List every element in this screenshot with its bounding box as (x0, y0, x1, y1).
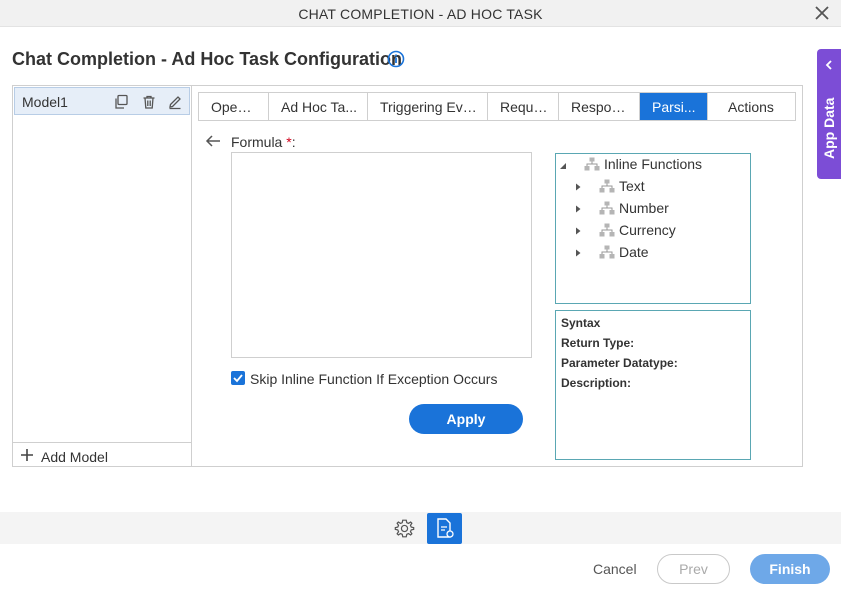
hierarchy-icon (599, 223, 615, 237)
chevron-left-icon (825, 60, 832, 70)
close-icon[interactable] (813, 4, 831, 22)
description-label: Description: (561, 376, 632, 390)
page-title: Chat Completion - Ad Hoc Task Configurat… (12, 49, 402, 69)
tab-response[interactable]: Respon... (559, 93, 640, 120)
tab-ad-hoc-task[interactable]: Ad Hoc Ta... (269, 93, 368, 120)
add-model-label: Add Model (41, 449, 108, 465)
gear-icon[interactable] (394, 518, 415, 539)
parameter-datatype-label: Parameter Datatype: (561, 356, 678, 370)
window-title: CHAT COMPLETION - AD HOC TASK (298, 6, 543, 22)
cancel-button[interactable]: Cancel (593, 561, 637, 577)
configuration-panel: Model1 Add Model OpenAI Ad Hoc Ta... Tri… (12, 85, 803, 467)
tab-triggering-events[interactable]: Triggering Eve... (368, 93, 488, 120)
syntax-label: Syntax (561, 316, 601, 330)
app-data-tab[interactable]: App Data (817, 49, 841, 179)
edit-icon[interactable] (167, 94, 183, 110)
model-list-panel: Model1 Add Model (13, 86, 192, 466)
checkbox-checked-icon[interactable] (231, 371, 245, 385)
tab-openai[interactable]: OpenAI (199, 93, 269, 120)
tree-expanded-icon[interactable] (559, 162, 567, 170)
info-icon[interactable] (387, 50, 405, 68)
hierarchy-icon (584, 157, 600, 171)
formula-label: Formula *: (231, 134, 296, 150)
tree-item-number[interactable]: Number (619, 200, 669, 220)
bottom-toolbar (0, 512, 841, 544)
formula-label-text: Formula (231, 134, 283, 150)
model-list-item[interactable]: Model1 (14, 87, 190, 115)
tab-request[interactable]: Reque... (488, 93, 559, 120)
document-gear-icon (437, 518, 454, 538)
plus-icon (21, 449, 33, 461)
hierarchy-icon (599, 245, 615, 259)
app-data-label: App Data (821, 97, 837, 159)
tree-item-text[interactable]: Text (619, 178, 645, 198)
tab-actions[interactable]: Actions (708, 93, 795, 120)
document-settings-button[interactable] (427, 513, 462, 544)
formula-input[interactable] (231, 152, 532, 358)
hierarchy-icon (599, 201, 615, 215)
tree-collapsed-icon[interactable] (574, 183, 582, 191)
skip-inline-label: Skip Inline Function If Exception Occurs (250, 371, 498, 387)
arrow-left-icon[interactable] (205, 134, 221, 148)
tree-item-currency[interactable]: Currency (619, 222, 676, 242)
title-bar: CHAT COMPLETION - AD HOC TASK (0, 0, 841, 27)
syntax-panel: Syntax Return Type: Parameter Datatype: … (555, 310, 751, 460)
hierarchy-icon (599, 179, 615, 193)
tab-bar: OpenAI Ad Hoc Ta... Triggering Eve... Re… (198, 92, 796, 121)
formula-label-colon: : (291, 134, 296, 150)
tree-root-label[interactable]: Inline Functions (604, 156, 702, 176)
prev-button[interactable]: Prev (657, 554, 730, 584)
return-type-label: Return Type: (561, 336, 635, 350)
tab-parsing[interactable]: Parsi... (640, 93, 708, 120)
add-model-button[interactable]: Add Model (13, 442, 191, 466)
copy-icon[interactable] (113, 94, 129, 110)
apply-button[interactable]: Apply (409, 404, 523, 434)
tree-collapsed-icon[interactable] (574, 249, 582, 257)
tree-collapsed-icon[interactable] (574, 227, 582, 235)
tree-collapsed-icon[interactable] (574, 205, 582, 213)
tree-item-date[interactable]: Date (619, 244, 649, 264)
inline-functions-tree: Inline Functions Text Number Currency Da… (555, 153, 751, 304)
model-name: Model1 (22, 94, 68, 110)
delete-icon[interactable] (141, 94, 157, 110)
finish-button[interactable]: Finish (750, 554, 830, 584)
